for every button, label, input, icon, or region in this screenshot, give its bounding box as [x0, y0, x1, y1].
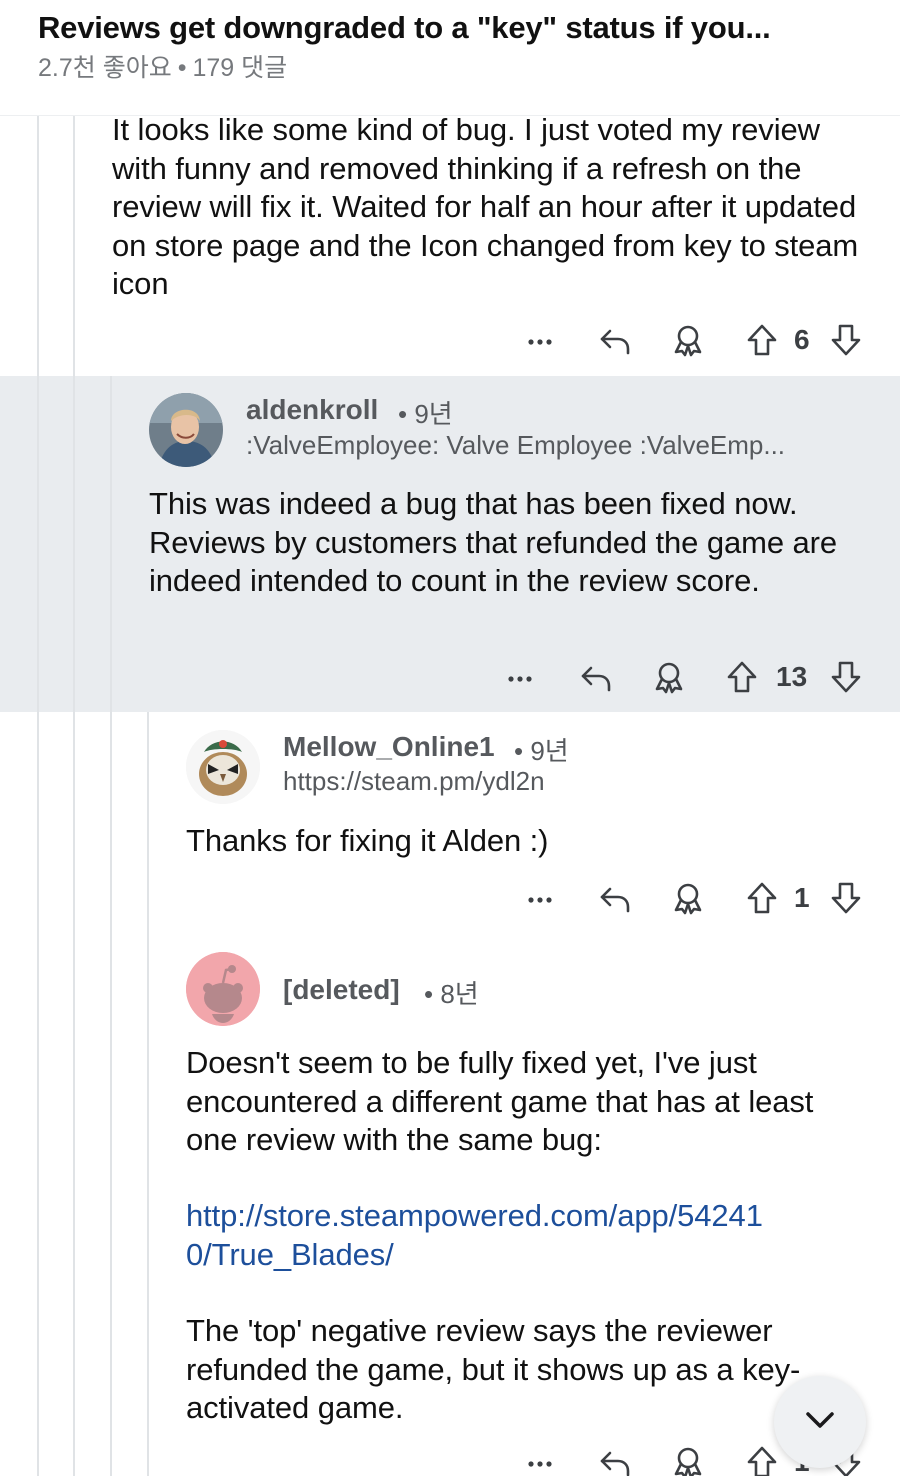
vote-score: 1: [794, 882, 810, 913]
scroll-down-button[interactable]: [774, 1376, 866, 1468]
meta-dot: •: [424, 979, 434, 1009]
comment-body: The 'top' negative review says the revie…: [186, 1313, 801, 1425]
comment-body: Doesn't seem to be fully fixed yet, I've…: [186, 1045, 814, 1157]
username: [deleted]: [283, 974, 400, 1005]
comment-age: • 8년: [424, 974, 479, 1011]
upvote-icon[interactable]: [742, 876, 782, 920]
post-likes: 2.7천 좋아요: [38, 54, 172, 82]
thread-line: [37, 116, 39, 1476]
vote-score: 13: [776, 661, 808, 692]
comment-age-value: 9년: [414, 399, 453, 429]
more-icon[interactable]: [520, 1440, 560, 1476]
user-flair: https://steam.pm/ydl2n: [283, 766, 545, 796]
upvote-icon[interactable]: [742, 318, 782, 362]
comment-actions: 1: [520, 876, 870, 920]
post-header: Reviews get downgraded to a "key" status…: [0, 0, 900, 116]
comment-body: Thanks for fixing it Alden :): [186, 823, 549, 858]
avatar[interactable]: [149, 393, 223, 467]
chevron-down-icon: [800, 1400, 840, 1445]
username[interactable]: Mellow_Online1: [283, 731, 495, 763]
meta-dot: •: [177, 54, 187, 82]
reply-icon[interactable]: [595, 318, 635, 362]
comment-age: • 9년: [514, 731, 569, 768]
comment-age: • 9년: [398, 394, 453, 431]
comment-actions: 13: [500, 655, 870, 699]
post-title[interactable]: Reviews get downgraded to a "key" status…: [38, 10, 771, 46]
upvote-icon[interactable]: [722, 655, 762, 699]
meta-dot: •: [514, 736, 524, 766]
award-icon[interactable]: [668, 1440, 708, 1476]
reply-icon[interactable]: [595, 1440, 635, 1476]
comment-body: It looks like some kind of bug. I just v…: [112, 112, 859, 301]
avatar: [186, 952, 260, 1026]
award-icon[interactable]: [668, 876, 708, 920]
post-comment-count: 179 댓글: [192, 54, 288, 82]
comment-link[interactable]: http://store.steampowered.com/app/542410…: [186, 1197, 786, 1274]
reply-icon[interactable]: [595, 876, 635, 920]
comment-actions: 6: [520, 318, 870, 362]
avatar[interactable]: [186, 730, 260, 804]
more-icon[interactable]: [520, 876, 560, 920]
post-meta: 2.7천 좋아요 • 179 댓글: [38, 48, 287, 84]
comment-age-value: 8년: [440, 979, 479, 1009]
thread-line: [110, 376, 112, 1476]
downvote-icon[interactable]: [826, 876, 866, 920]
more-icon[interactable]: [500, 655, 540, 699]
comment-age-value: 9년: [530, 736, 569, 766]
more-icon[interactable]: [520, 318, 560, 362]
username[interactable]: aldenkroll: [246, 394, 378, 426]
award-icon[interactable]: [649, 655, 689, 699]
comment-link-text[interactable]: http://store.steampowered.com/app/542410…: [186, 1198, 763, 1272]
downvote-icon[interactable]: [826, 655, 866, 699]
vote-score: 6: [794, 324, 810, 355]
thread-line: [147, 712, 149, 1476]
meta-dot: •: [398, 399, 408, 429]
upvote-icon[interactable]: [742, 1440, 782, 1476]
comment-body: This was indeed a bug that has been fixe…: [149, 486, 837, 598]
downvote-icon[interactable]: [826, 318, 866, 362]
thread-line: [73, 116, 75, 1476]
award-icon[interactable]: [668, 318, 708, 362]
reply-icon[interactable]: [576, 655, 616, 699]
user-flair: :ValveEmployee: Valve Employee :ValveEmp…: [246, 430, 786, 460]
